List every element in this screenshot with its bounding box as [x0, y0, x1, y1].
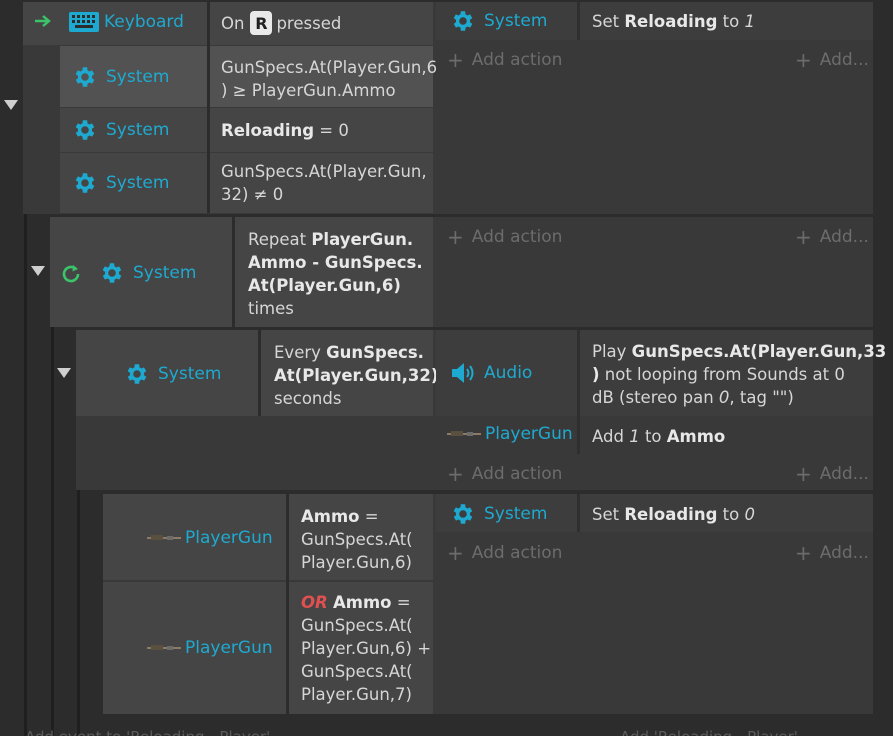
event3-action-divider — [577, 330, 580, 454]
event-tree-line — [51, 327, 54, 736]
event2-cond-divider — [232, 217, 235, 327]
condition-object[interactable]: System — [99, 260, 196, 286]
condition-object[interactable]: System — [72, 117, 169, 143]
key-r-badge: R — [250, 11, 273, 35]
ammo-condition-1-text: Ammo = GunSpecs.At( Player.Gun,6) — [301, 507, 413, 572]
plus-icon: + — [447, 48, 464, 72]
collapse-triangle-icon[interactable] — [4, 100, 18, 110]
add-more-button[interactable]: + Add... — [795, 48, 869, 72]
condition-object[interactable]: System — [72, 170, 169, 196]
action-text: Set Reloading to 1 — [592, 12, 755, 31]
condition-1-text: GunSpecs.At(Player.Gun,6 ) ≥ PlayerGun.A… — [221, 58, 438, 100]
trigger-arrow-icon — [34, 13, 52, 33]
condition-object[interactable]: PlayerGun — [147, 638, 273, 658]
add-ammo-action-text: Add 1 to Ammo — [592, 427, 726, 446]
gun-sprite-icon — [147, 535, 181, 540]
event4-cond-divider — [286, 494, 289, 714]
add-event-link[interactable]: Add event to 'Reloading - Player' — [25, 728, 270, 736]
add-more-button[interactable]: + Add... — [795, 462, 869, 486]
condition-3-text: GunSpecs.At(Player.Gun, 32) ≠ 0 — [221, 162, 427, 204]
plus-icon: + — [795, 48, 812, 72]
event-tree-line — [24, 214, 27, 736]
plus-icon: + — [795, 541, 812, 565]
gear-icon — [75, 67, 95, 87]
event4-action-divider — [577, 494, 580, 532]
add-action-button[interactable]: + Add action — [447, 48, 562, 72]
plus-icon: + — [447, 225, 464, 249]
condition-object[interactable]: System — [72, 64, 169, 90]
plus-icon: + — [447, 541, 464, 565]
plus-icon: + — [795, 225, 812, 249]
condition-object[interactable]: PlayerGun — [147, 528, 273, 548]
action-text: Set Reloading to 0 — [592, 505, 755, 524]
collapse-triangle-icon[interactable] — [31, 266, 45, 276]
add-group-link[interactable]: Add 'Reloading - Player' — [620, 728, 798, 736]
or-label: OR — [301, 593, 328, 612]
add-action-button[interactable]: + Add action — [447, 462, 562, 486]
plus-icon: + — [795, 462, 812, 486]
condition-object[interactable]: System — [124, 361, 221, 387]
action-object[interactable]: System — [450, 8, 547, 34]
gear-icon — [75, 120, 95, 140]
gear-icon — [75, 173, 95, 193]
add-more-button[interactable]: + Add... — [795, 541, 869, 565]
action-object[interactable]: PlayerGun — [447, 424, 573, 444]
trigger-text: On R pressed — [221, 11, 341, 35]
gear-icon — [127, 364, 147, 384]
gun-sprite-icon — [147, 645, 181, 650]
event-tree-line — [77, 490, 80, 736]
gear-icon — [453, 504, 473, 524]
plus-icon: + — [447, 462, 464, 486]
action-object[interactable]: System — [450, 501, 547, 527]
gear-icon — [102, 263, 122, 283]
condition-2-text: Reloading = 0 — [221, 121, 349, 140]
keyboard-label: Keyboard — [104, 12, 184, 32]
add-action-button[interactable]: + Add action — [447, 541, 562, 565]
add-more-button[interactable]: + Add... — [795, 225, 869, 249]
add-action-button[interactable]: + Add action — [447, 225, 562, 249]
speaker-icon — [452, 363, 474, 383]
event1-cond-divider — [207, 2, 210, 213]
repeat-icon — [59, 262, 83, 290]
keyboard-object[interactable]: Keyboard — [68, 11, 184, 33]
collapse-triangle-icon[interactable] — [57, 368, 71, 378]
every-condition-text: Every GunSpecs. At(Player.Gun,32) second… — [274, 343, 439, 408]
repeat-condition-text: Repeat PlayerGun. Ammo - GunSpecs. At(Pl… — [248, 230, 423, 318]
event1-action-divider — [577, 2, 580, 40]
keyboard-icon — [69, 12, 99, 32]
gun-sprite-icon — [447, 431, 481, 436]
event3-cond-divider — [258, 330, 261, 416]
action-object[interactable]: Audio — [450, 361, 532, 385]
ammo-condition-2-text: OR Ammo = GunSpecs.At( Player.Gun,6) + G… — [301, 593, 432, 704]
gear-icon — [453, 11, 473, 31]
play-action-text: Play GunSpecs.At(Player.Gun,33 ) not loo… — [592, 342, 887, 407]
